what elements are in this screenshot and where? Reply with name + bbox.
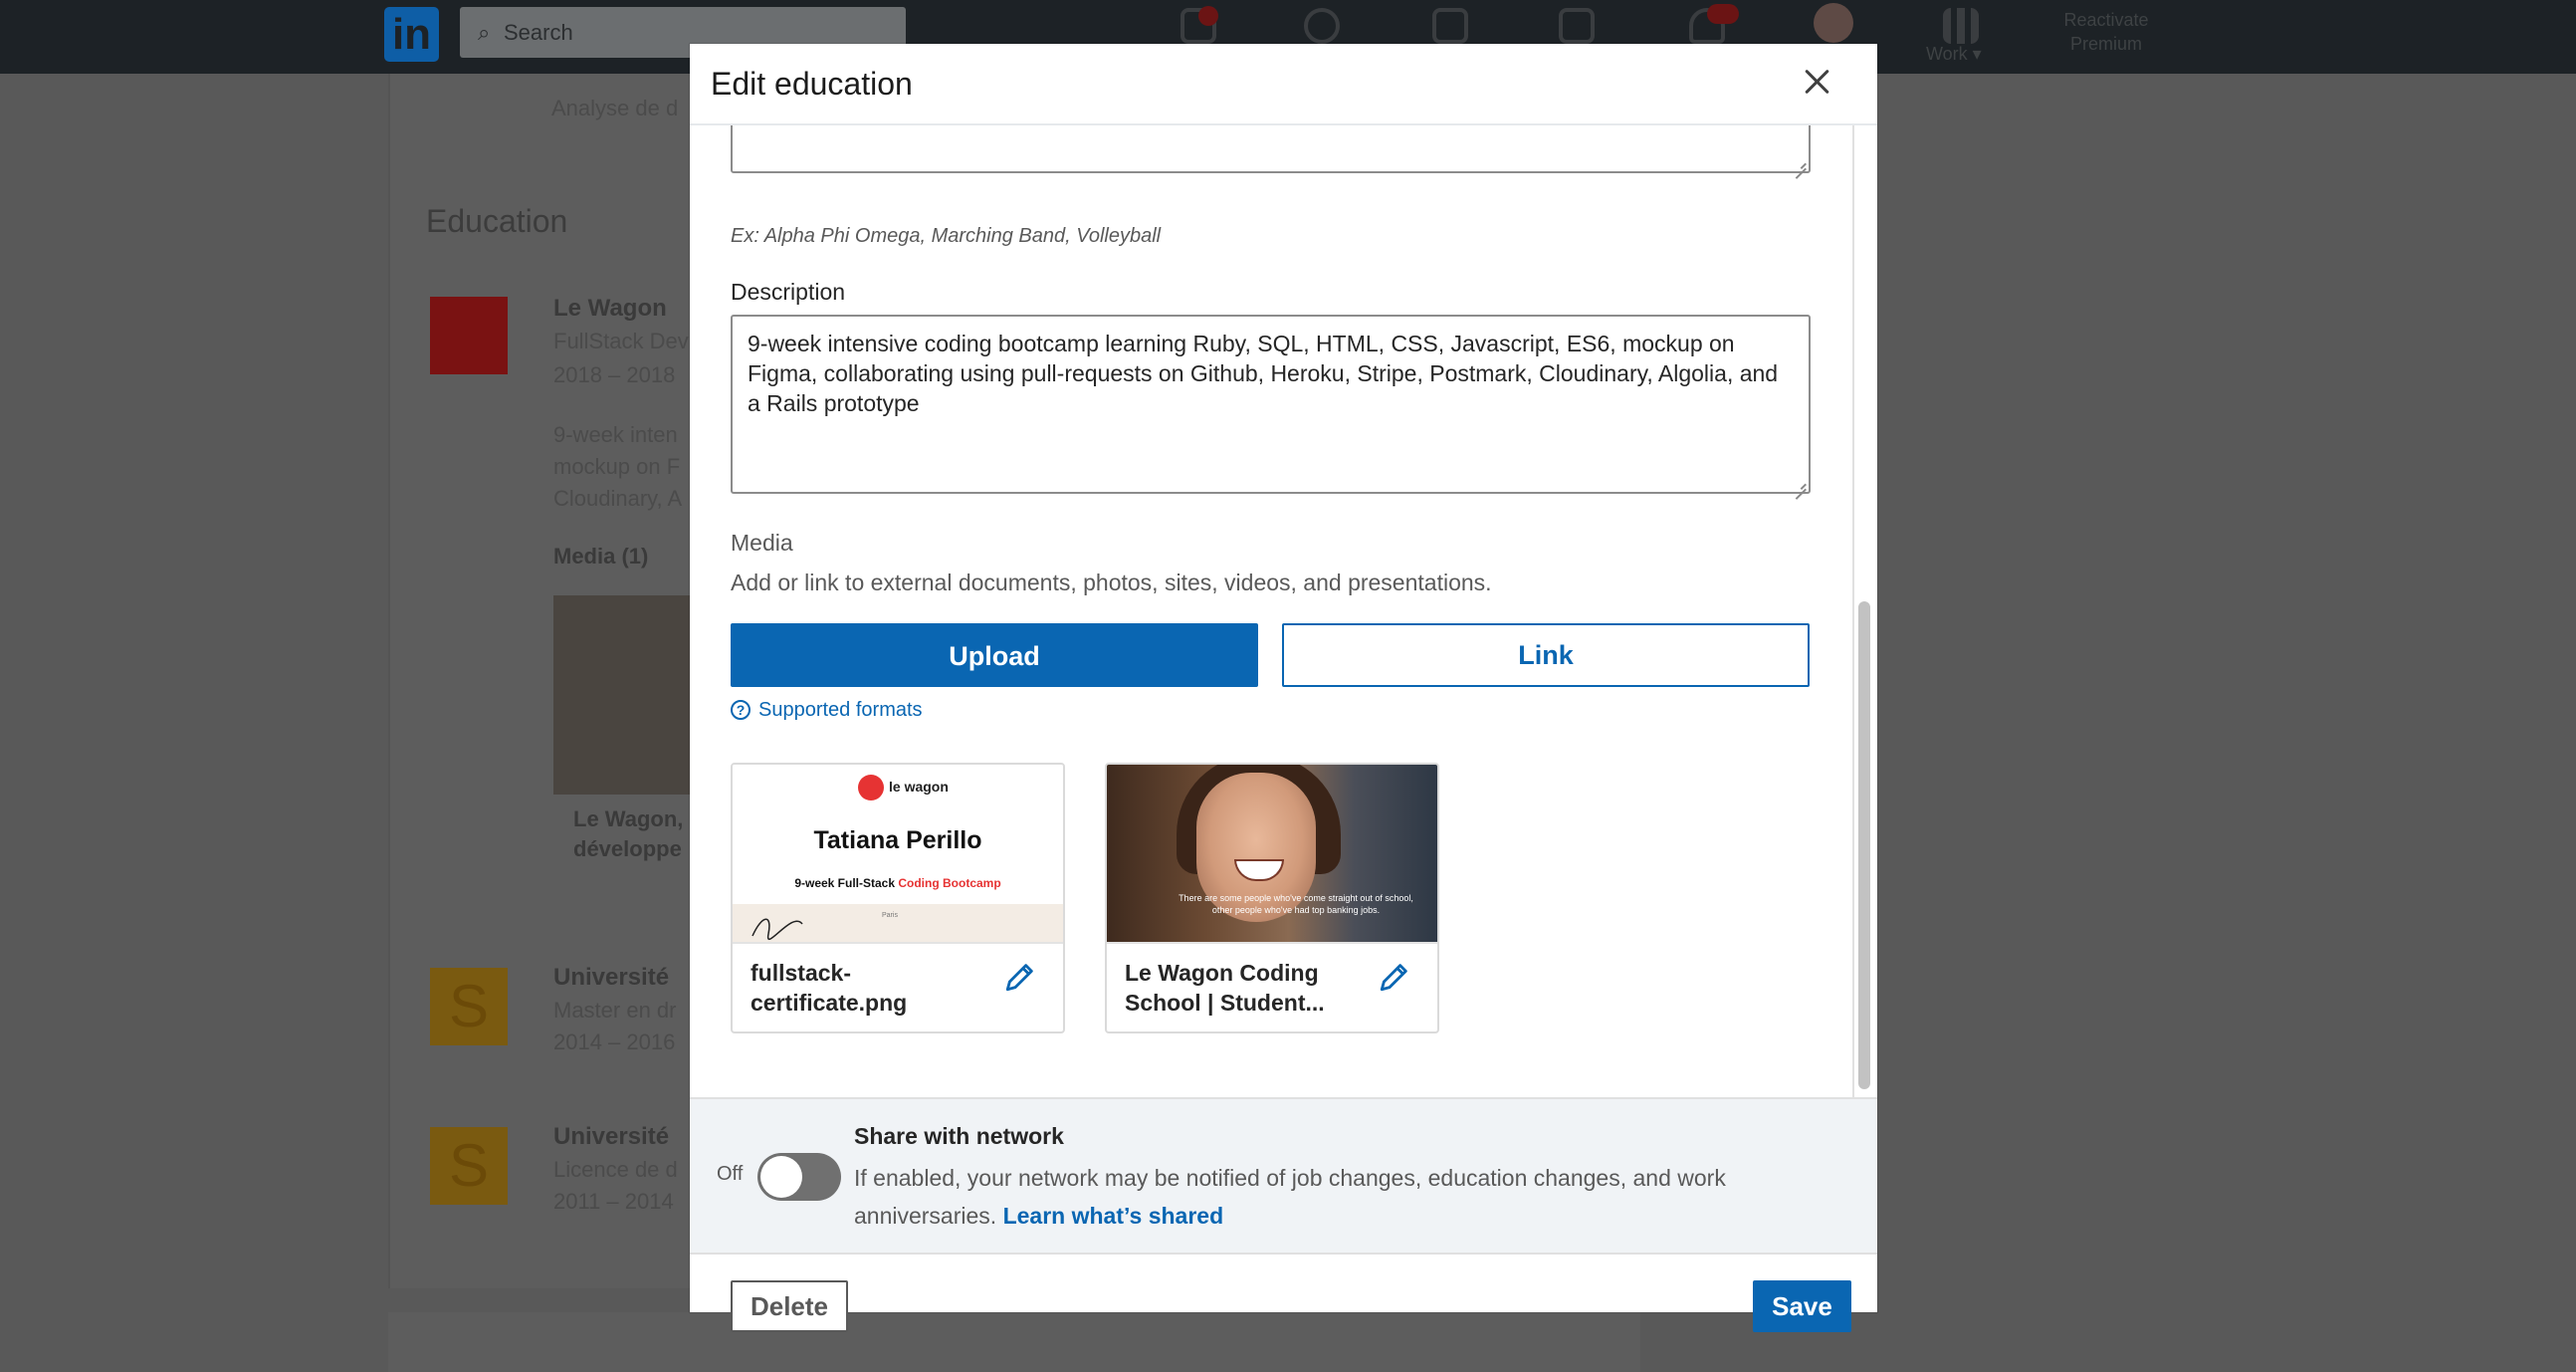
certificate-course-highlight: Coding Bootcamp (898, 876, 1001, 890)
share-toggle[interactable] (757, 1153, 841, 1201)
next-card (388, 1312, 1640, 1372)
modal-footer: Delete Save (690, 1253, 1877, 1332)
certificate-thumbnail: le wagon Tatiana Perillo 9-week Full-Sta… (733, 765, 1063, 942)
media-item-certificate[interactable]: le wagon Tatiana Perillo 9-week Full-Sta… (731, 763, 1065, 1033)
bg-desc-line: 9-week inten (553, 422, 678, 447)
activities-hint: Ex: Alpha Phi Omega, Marching Band, Voll… (731, 225, 1162, 247)
description-label: Description (731, 279, 846, 305)
edit-pencil-icon[interactable] (1378, 960, 1411, 994)
modal-body[interactable]: Ex: Alpha Phi Omega, Marching Band, Voll… (690, 125, 1877, 1097)
partial-text: Analyse de d (551, 96, 679, 120)
media-item-footer: Le Wagon Coding School | Student... (1107, 942, 1437, 1031)
description-value[interactable]: 9-week intensive coding bootcamp learnin… (748, 329, 1793, 418)
le-wagon-logo-icon (858, 775, 884, 800)
avatar[interactable] (1814, 3, 1853, 43)
bg-media-label: Media (1) (553, 544, 649, 569)
edit-pencil-icon[interactable] (1003, 960, 1037, 994)
supported-formats-link[interactable]: ? Supported formats (731, 699, 923, 722)
network-icon[interactable] (1304, 8, 1340, 44)
upload-button[interactable]: Upload (731, 623, 1258, 687)
modal-title: Edit education (711, 66, 913, 102)
share-with-network-section: Off Share with network If enabled, your … (690, 1097, 1877, 1253)
activities-textarea[interactable] (731, 125, 1811, 173)
supported-formats-label: Supported formats (758, 699, 923, 721)
certificate-course-prefix: 9-week Full-Stack (794, 876, 899, 890)
bg-school-name: Le Wagon (553, 295, 667, 322)
share-title: Share with network (854, 1123, 1064, 1149)
close-icon[interactable] (1800, 64, 1835, 100)
toggle-knob[interactable] (760, 1156, 802, 1198)
media-item-title: Le Wagon Coding School | Student... (1125, 960, 1325, 1016)
media-item-title: fullstack-certificate.png (751, 960, 908, 1016)
bg-degree: Licence de d (553, 1157, 678, 1182)
media-label: Media (731, 530, 793, 556)
notification-badge (1198, 6, 1218, 26)
messaging-icon[interactable] (1559, 8, 1595, 44)
resize-handle-icon[interactable] (1795, 478, 1807, 490)
save-button[interactable]: Save (1753, 1280, 1851, 1332)
bg-dates: 2014 – 2016 (553, 1029, 676, 1054)
certificate-city: Paris (882, 912, 898, 919)
work-menu[interactable]: Work ▾ (1926, 44, 1982, 65)
bg-desc-line: Cloudinary, A (553, 486, 683, 511)
premium-link[interactable]: Reactivate Premium (2046, 8, 2166, 56)
modal-header: Edit education (690, 44, 1877, 125)
resize-handle-icon[interactable] (1795, 157, 1807, 169)
search-icon: ⌕ (478, 20, 491, 45)
link-button[interactable]: Link (1282, 623, 1810, 687)
bg-media-card-line: Le Wagon, (573, 806, 684, 831)
university-logo: S (430, 1127, 508, 1205)
edit-education-modal: Edit education Ex: Alpha Phi Omega, Marc… (690, 44, 1877, 1332)
description-textarea[interactable]: 9-week intensive coding bootcamp learnin… (731, 315, 1811, 494)
student-photo-thumbnail: There are some people who've come straig… (1107, 765, 1437, 942)
bg-desc-line: mockup on F (553, 454, 681, 479)
certificate-course: 9-week Full-Stack Coding Bootcamp (733, 876, 1063, 890)
learn-whats-shared-link[interactable]: Learn what’s shared (1003, 1203, 1224, 1229)
le-wagon-logo (430, 297, 508, 374)
search-placeholder: Search (504, 20, 573, 45)
delete-button[interactable]: Delete (731, 1280, 848, 1332)
work-grid-icon[interactable] (1943, 8, 1979, 44)
media-item-footer: fullstack-certificate.png (733, 942, 1063, 1031)
signature-icon (751, 918, 803, 941)
share-description-text: If enabled, your network may be notified… (854, 1165, 1726, 1229)
bg-media-thumbnail (553, 595, 703, 795)
bg-dates: 2011 – 2014 (553, 1189, 674, 1214)
photo-caption: There are some people who've come straig… (1179, 893, 1413, 915)
share-description: If enabled, your network may be notified… (854, 1159, 1839, 1235)
bg-school-name: Université (553, 1123, 670, 1150)
notifications-count-badge (1707, 4, 1739, 24)
jobs-icon[interactable] (1432, 8, 1468, 44)
bg-media-card-line: développe (573, 836, 682, 861)
bg-degree: FullStack Dev (553, 329, 689, 353)
linkedin-logo-icon[interactable]: in (384, 7, 439, 62)
media-description: Add or link to external documents, photo… (731, 570, 1492, 595)
education-heading: Education (426, 203, 568, 239)
media-item-student-photo[interactable]: There are some people who've come straig… (1105, 763, 1439, 1033)
toggle-state-label: Off (717, 1163, 744, 1185)
bg-degree: Master en dr (553, 998, 677, 1023)
scrollbar-thumb[interactable] (1852, 601, 1874, 1089)
certificate-name: Tatiana Perillo (813, 826, 982, 854)
bg-school-name: Université (553, 964, 670, 991)
bg-dates: 2018 – 2018 (553, 362, 676, 387)
university-logo: S (430, 968, 508, 1045)
certificate-brand: le wagon (889, 779, 949, 795)
help-icon: ? (731, 699, 751, 720)
certificate-signature-band (733, 904, 1063, 942)
